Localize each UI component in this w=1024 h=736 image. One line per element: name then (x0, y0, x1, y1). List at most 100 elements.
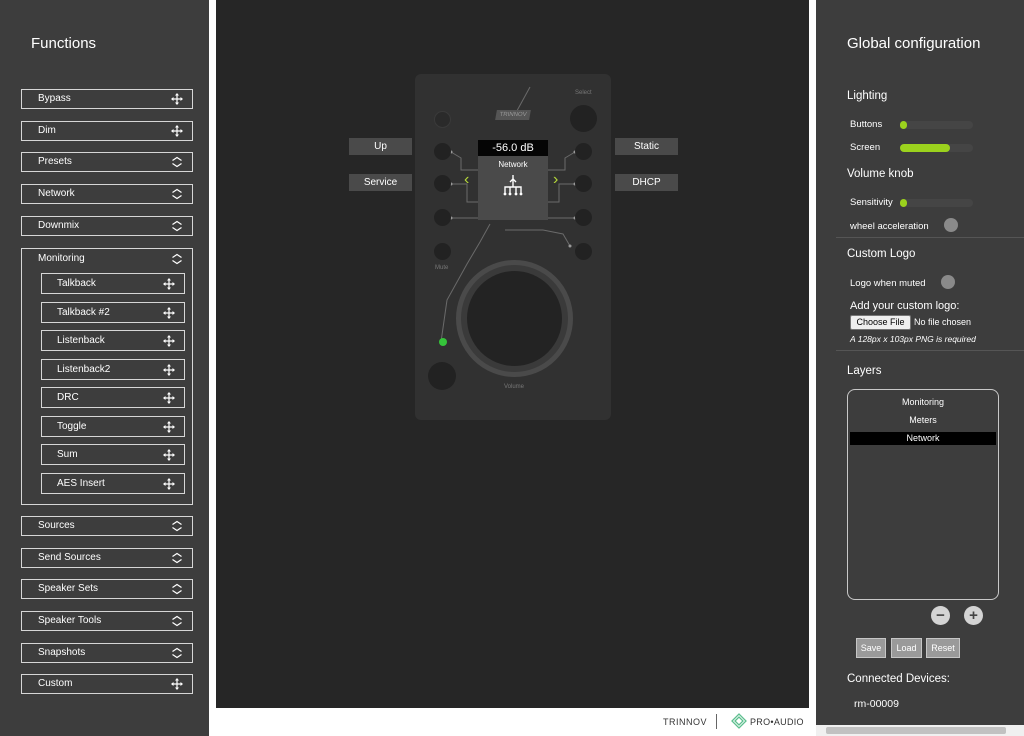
sensitivity-label: Sensitivity (850, 197, 893, 208)
remove-layer-button[interactable]: − (931, 606, 950, 625)
device-stage: Up Service Static DHCP Mute Select TRINN… (216, 0, 809, 708)
monitoring-listenback[interactable]: Listenback (41, 330, 185, 351)
monitoring-sum[interactable]: Sum (41, 444, 185, 465)
load-button[interactable]: Load (891, 638, 922, 658)
monitoring-item-label: DRC (57, 392, 79, 403)
volume-readout: -56.0 dB (478, 140, 548, 156)
choose-file-button[interactable]: Choose File (850, 315, 911, 330)
move-icon (162, 388, 176, 407)
monitoring-item-label: AES Insert (57, 478, 105, 489)
device-button-left-1[interactable] (434, 143, 451, 160)
move-icon (170, 675, 184, 693)
monitoring-item-label: Listenback (57, 335, 105, 346)
function-label: Custom (38, 678, 73, 689)
chevron-left-icon[interactable]: ‹ (464, 171, 469, 189)
expand-icon (170, 644, 184, 662)
wheel-acceleration-label: wheel acceleration (850, 221, 929, 232)
functions-panel: Functions Bypass Dim Presets Network Dow… (0, 0, 209, 736)
expand-icon (170, 217, 184, 235)
monitoring-aes-insert[interactable]: AES Insert (41, 473, 185, 494)
connected-devices-heading: Connected Devices: (847, 673, 950, 685)
screen-slider[interactable] (900, 144, 973, 152)
function-network[interactable]: Network (21, 184, 193, 204)
move-icon (162, 303, 176, 322)
move-icon (162, 274, 176, 293)
scrollbar-thumb[interactable] (826, 727, 1006, 734)
device-logo: TRINNOV (495, 110, 531, 120)
monitoring-talkback[interactable]: Talkback (41, 273, 185, 294)
expand-icon (170, 612, 184, 630)
function-dim[interactable]: Dim (21, 121, 193, 141)
function-speaker-sets[interactable]: Speaker Sets (21, 579, 193, 599)
volume-knob[interactable] (456, 260, 573, 377)
monitoring-talkback-2[interactable]: Talkback #2 (41, 302, 185, 323)
label-static[interactable]: Static (615, 138, 678, 155)
save-button[interactable]: Save (856, 638, 886, 658)
function-label: Send Sources (38, 552, 101, 563)
function-custom[interactable]: Custom (21, 674, 193, 694)
sensitivity-slider[interactable] (900, 199, 973, 207)
chevron-right-icon[interactable]: › (553, 171, 558, 189)
lighting-heading: Lighting (847, 90, 888, 102)
volume-knob-heading: Volume knob (847, 168, 914, 180)
monitoring-drc[interactable]: DRC (41, 387, 185, 408)
center-area: Up Service Static DHCP Mute Select TRINN… (209, 0, 816, 736)
layer-network[interactable]: Network (850, 432, 996, 445)
expand-icon (170, 185, 184, 203)
function-bypass[interactable]: Bypass (21, 89, 193, 109)
monitoring-header[interactable]: Monitoring (22, 249, 192, 269)
mute-label: Mute (435, 265, 449, 271)
reset-button[interactable]: Reset (926, 638, 960, 658)
device-button-left-2[interactable] (434, 175, 451, 192)
add-layer-button[interactable]: + (964, 606, 983, 625)
function-label: Sources (38, 520, 75, 531)
move-icon (170, 90, 184, 108)
function-snapshots[interactable]: Snapshots (21, 643, 193, 663)
function-label: Network (38, 188, 75, 199)
device-button-right-1[interactable] (575, 143, 592, 160)
monitoring-group: Monitoring Talkback Talkback #2 Listenba… (21, 248, 193, 505)
function-label: Presets (38, 156, 72, 167)
label-service[interactable]: Service (349, 174, 412, 191)
expand-icon (170, 517, 184, 535)
device-button-right-4[interactable] (575, 243, 592, 260)
move-icon (162, 417, 176, 436)
buttons-slider[interactable] (900, 121, 973, 129)
screen-slider-fill (900, 144, 950, 152)
device-button-top-left[interactable] (434, 111, 451, 128)
device-button-select[interactable] (570, 105, 597, 132)
device-button-left-3[interactable] (434, 209, 451, 226)
divider (836, 237, 1024, 238)
control-device: Mute Select TRINNOV -56.0 dB Network ‹ › (415, 74, 611, 420)
label-up[interactable]: Up (349, 138, 412, 155)
horizontal-scrollbar[interactable] (816, 725, 1024, 736)
move-icon (170, 122, 184, 140)
function-send-sources[interactable]: Send Sources (21, 548, 193, 568)
monitoring-toggle[interactable]: Toggle (41, 416, 185, 437)
device-button-mute[interactable] (434, 243, 451, 260)
wheel-acceleration-toggle[interactable] (944, 218, 958, 232)
function-sources[interactable]: Sources (21, 516, 193, 536)
function-label: Speaker Sets (38, 583, 99, 594)
function-label: Dim (38, 125, 56, 136)
expand-icon (170, 580, 184, 598)
config-title: Global configuration (847, 35, 981, 52)
function-speaker-tools[interactable]: Speaker Tools (21, 611, 193, 631)
device-button-right-3[interactable] (575, 209, 592, 226)
monitoring-listenback2[interactable]: Listenback2 (41, 359, 185, 380)
global-configuration-panel: Global configuration Lighting Buttons Sc… (816, 0, 1024, 736)
label-dhcp[interactable]: DHCP (615, 174, 678, 191)
network-icon (503, 175, 523, 196)
function-presets[interactable]: Presets (21, 152, 193, 172)
device-button-right-2[interactable] (575, 175, 592, 192)
device-button-bottom[interactable] (428, 362, 456, 390)
footer-divider (716, 714, 717, 729)
layer-meters[interactable]: Meters (850, 414, 996, 427)
function-label: Snapshots (38, 647, 86, 658)
logo-when-muted-toggle[interactable] (941, 275, 955, 289)
select-label: Select (575, 90, 592, 96)
layer-monitoring[interactable]: Monitoring (850, 396, 996, 409)
monitoring-item-label: Talkback (57, 278, 96, 289)
connected-device[interactable]: rm-00009 (854, 698, 899, 710)
function-downmix[interactable]: Downmix (21, 216, 193, 236)
